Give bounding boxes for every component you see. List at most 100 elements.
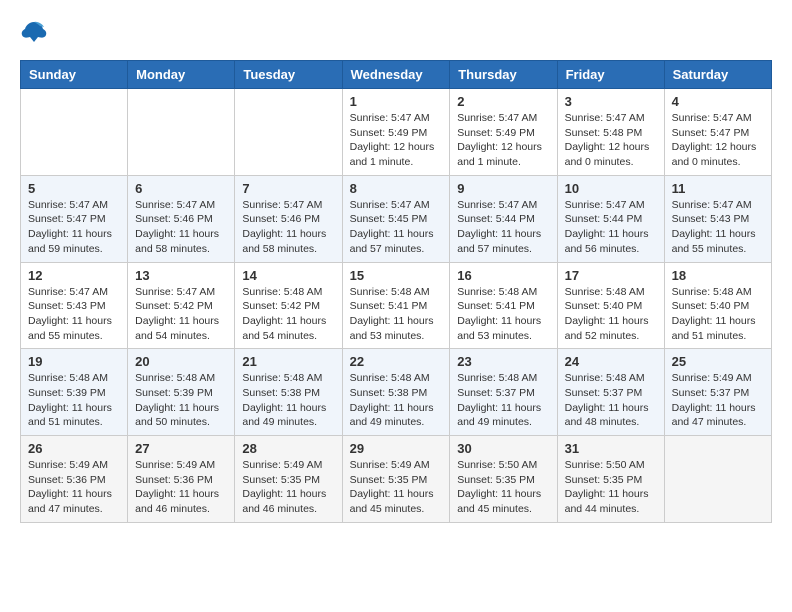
day-info: Sunrise: 5:48 AMSunset: 5:41 PMDaylight:… bbox=[350, 285, 443, 344]
day-number: 29 bbox=[350, 441, 443, 456]
calendar-cell: 7Sunrise: 5:47 AMSunset: 5:46 PMDaylight… bbox=[235, 175, 342, 262]
day-info: Sunrise: 5:47 AMSunset: 5:49 PMDaylight:… bbox=[457, 111, 549, 170]
calendar-week-row: 26 Sunrise: 5:49 AMSunset: 5:36 PMDayligh… bbox=[21, 436, 772, 523]
calendar-cell bbox=[235, 89, 342, 176]
calendar-cell bbox=[128, 89, 235, 176]
day-number: 4 bbox=[672, 94, 764, 109]
calendar-cell: 20 Sunrise: 5:48 AMSunset: 5:39 PMDayligh… bbox=[128, 349, 235, 436]
day-number: 20 bbox=[135, 354, 227, 369]
day-info: Sunrise: 5:48 AMSunset: 5:39 PMDaylight:… bbox=[135, 371, 227, 430]
day-info: Sunrise: 5:50 AMSunset: 5:35 PMDaylight:… bbox=[565, 458, 657, 517]
calendar-cell: 6 Sunrise: 5:47 AMSunset: 5:46 PMDaylight… bbox=[128, 175, 235, 262]
day-number: 18 bbox=[672, 268, 764, 283]
logo bbox=[20, 20, 52, 44]
day-number: 2 bbox=[457, 94, 549, 109]
calendar-cell: 30Sunrise: 5:50 AMSunset: 5:35 PMDayligh… bbox=[450, 436, 557, 523]
calendar-cell: 11 Sunrise: 5:47 AMSunset: 5:43 PMDayligh… bbox=[664, 175, 771, 262]
calendar-week-row: 5Sunrise: 5:47 AMSunset: 5:47 PMDaylight… bbox=[21, 175, 772, 262]
logo-bird-icon bbox=[20, 20, 48, 44]
day-info: Sunrise: 5:49 AMSunset: 5:37 PMDaylight:… bbox=[672, 371, 764, 430]
day-info: Sunrise: 5:48 AMSunset: 5:40 PMDaylight:… bbox=[565, 285, 657, 344]
day-info: Sunrise: 5:48 AMSunset: 5:37 PMDaylight:… bbox=[565, 371, 657, 430]
day-number: 15 bbox=[350, 268, 443, 283]
day-info: Sunrise: 5:47 AMSunset: 5:43 PMDaylight:… bbox=[28, 285, 120, 344]
calendar-cell: 17 Sunrise: 5:48 AMSunset: 5:40 PMDayligh… bbox=[557, 262, 664, 349]
day-number: 12 bbox=[28, 268, 120, 283]
day-info: Sunrise: 5:48 AMSunset: 5:39 PMDaylight:… bbox=[28, 371, 120, 430]
day-number: 6 bbox=[135, 181, 227, 196]
day-info: Sunrise: 5:47 AMSunset: 5:42 PMDaylight:… bbox=[135, 285, 227, 344]
day-number: 11 bbox=[672, 181, 764, 196]
day-number: 1 bbox=[350, 94, 443, 109]
weekday-header-sunday: Sunday bbox=[21, 61, 128, 89]
day-number: 7 bbox=[242, 181, 334, 196]
weekday-header-friday: Friday bbox=[557, 61, 664, 89]
day-number: 10 bbox=[565, 181, 657, 196]
calendar-cell: 13 Sunrise: 5:47 AMSunset: 5:42 PMDayligh… bbox=[128, 262, 235, 349]
day-number: 16 bbox=[457, 268, 549, 283]
calendar-cell: 4Sunrise: 5:47 AMSunset: 5:47 PMDaylight… bbox=[664, 89, 771, 176]
day-number: 25 bbox=[672, 354, 764, 369]
calendar-cell: 31 Sunrise: 5:50 AMSunset: 5:35 PMDayligh… bbox=[557, 436, 664, 523]
weekday-header-tuesday: Tuesday bbox=[235, 61, 342, 89]
calendar-cell: 27 Sunrise: 5:49 AMSunset: 5:36 PMDayligh… bbox=[128, 436, 235, 523]
weekday-header-wednesday: Wednesday bbox=[342, 61, 450, 89]
day-info: Sunrise: 5:49 AMSunset: 5:36 PMDaylight:… bbox=[135, 458, 227, 517]
day-number: 13 bbox=[135, 268, 227, 283]
calendar-cell: 3 Sunrise: 5:47 AMSunset: 5:48 PMDaylight… bbox=[557, 89, 664, 176]
calendar-week-row: 19 Sunrise: 5:48 AMSunset: 5:39 PMDayligh… bbox=[21, 349, 772, 436]
weekday-header-saturday: Saturday bbox=[664, 61, 771, 89]
calendar-cell: 26 Sunrise: 5:49 AMSunset: 5:36 PMDayligh… bbox=[21, 436, 128, 523]
day-number: 17 bbox=[565, 268, 657, 283]
calendar-cell: 8Sunrise: 5:47 AMSunset: 5:45 PMDaylight… bbox=[342, 175, 450, 262]
day-info: Sunrise: 5:48 AMSunset: 5:38 PMDaylight:… bbox=[242, 371, 334, 430]
calendar-cell: 12 Sunrise: 5:47 AMSunset: 5:43 PMDayligh… bbox=[21, 262, 128, 349]
day-info: Sunrise: 5:47 AMSunset: 5:44 PMDaylight:… bbox=[565, 198, 657, 257]
calendar-cell: 19 Sunrise: 5:48 AMSunset: 5:39 PMDayligh… bbox=[21, 349, 128, 436]
calendar-cell: 2 Sunrise: 5:47 AMSunset: 5:49 PMDaylight… bbox=[450, 89, 557, 176]
day-info: Sunrise: 5:47 AMSunset: 5:45 PMDaylight:… bbox=[350, 198, 443, 257]
calendar-cell: 10 Sunrise: 5:47 AMSunset: 5:44 PMDayligh… bbox=[557, 175, 664, 262]
day-number: 14 bbox=[242, 268, 334, 283]
calendar-header-row: SundayMondayTuesdayWednesdayThursdayFrid… bbox=[21, 61, 772, 89]
calendar-cell: 24 Sunrise: 5:48 AMSunset: 5:37 PMDayligh… bbox=[557, 349, 664, 436]
day-number: 31 bbox=[565, 441, 657, 456]
day-info: Sunrise: 5:50 AMSunset: 5:35 PMDaylight:… bbox=[457, 458, 549, 517]
calendar-cell: 23 Sunrise: 5:48 AMSunset: 5:37 PMDayligh… bbox=[450, 349, 557, 436]
day-info: Sunrise: 5:47 AMSunset: 5:43 PMDaylight:… bbox=[672, 198, 764, 257]
calendar-cell: 1 Sunrise: 5:47 AMSunset: 5:49 PMDaylight… bbox=[342, 89, 450, 176]
calendar-week-row: 1 Sunrise: 5:47 AMSunset: 5:49 PMDaylight… bbox=[21, 89, 772, 176]
calendar-cell: 28Sunrise: 5:49 AMSunset: 5:35 PMDayligh… bbox=[235, 436, 342, 523]
day-number: 3 bbox=[565, 94, 657, 109]
day-number: 27 bbox=[135, 441, 227, 456]
calendar-cell bbox=[21, 89, 128, 176]
calendar-cell: 9Sunrise: 5:47 AMSunset: 5:44 PMDaylight… bbox=[450, 175, 557, 262]
day-info: Sunrise: 5:47 AMSunset: 5:46 PMDaylight:… bbox=[135, 198, 227, 257]
calendar-cell: 29Sunrise: 5:49 AMSunset: 5:35 PMDayligh… bbox=[342, 436, 450, 523]
day-info: Sunrise: 5:48 AMSunset: 5:38 PMDaylight:… bbox=[350, 371, 443, 430]
day-number: 26 bbox=[28, 441, 120, 456]
day-info: Sunrise: 5:47 AMSunset: 5:48 PMDaylight:… bbox=[565, 111, 657, 170]
day-info: Sunrise: 5:48 AMSunset: 5:37 PMDaylight:… bbox=[457, 371, 549, 430]
weekday-header-thursday: Thursday bbox=[450, 61, 557, 89]
day-info: Sunrise: 5:49 AMSunset: 5:36 PMDaylight:… bbox=[28, 458, 120, 517]
calendar-cell: 16 Sunrise: 5:48 AMSunset: 5:41 PMDayligh… bbox=[450, 262, 557, 349]
day-info: Sunrise: 5:47 AMSunset: 5:49 PMDaylight:… bbox=[350, 111, 443, 170]
day-number: 24 bbox=[565, 354, 657, 369]
day-number: 19 bbox=[28, 354, 120, 369]
calendar-table: SundayMondayTuesdayWednesdayThursdayFrid… bbox=[20, 60, 772, 523]
day-number: 23 bbox=[457, 354, 549, 369]
day-info: Sunrise: 5:47 AMSunset: 5:44 PMDaylight:… bbox=[457, 198, 549, 257]
calendar-cell: 18 Sunrise: 5:48 AMSunset: 5:40 PMDayligh… bbox=[664, 262, 771, 349]
day-info: Sunrise: 5:48 AMSunset: 5:41 PMDaylight:… bbox=[457, 285, 549, 344]
day-info: Sunrise: 5:48 AMSunset: 5:40 PMDaylight:… bbox=[672, 285, 764, 344]
day-info: Sunrise: 5:48 AMSunset: 5:42 PMDaylight:… bbox=[242, 285, 334, 344]
calendar-cell: 5Sunrise: 5:47 AMSunset: 5:47 PMDaylight… bbox=[21, 175, 128, 262]
calendar-cell bbox=[664, 436, 771, 523]
calendar-cell: 14 Sunrise: 5:48 AMSunset: 5:42 PMDayligh… bbox=[235, 262, 342, 349]
calendar-week-row: 12 Sunrise: 5:47 AMSunset: 5:43 PMDayligh… bbox=[21, 262, 772, 349]
day-info: Sunrise: 5:47 AMSunset: 5:47 PMDaylight:… bbox=[28, 198, 120, 257]
day-info: Sunrise: 5:49 AMSunset: 5:35 PMDaylight:… bbox=[242, 458, 334, 517]
calendar-cell: 21 Sunrise: 5:48 AMSunset: 5:38 PMDayligh… bbox=[235, 349, 342, 436]
day-number: 21 bbox=[242, 354, 334, 369]
